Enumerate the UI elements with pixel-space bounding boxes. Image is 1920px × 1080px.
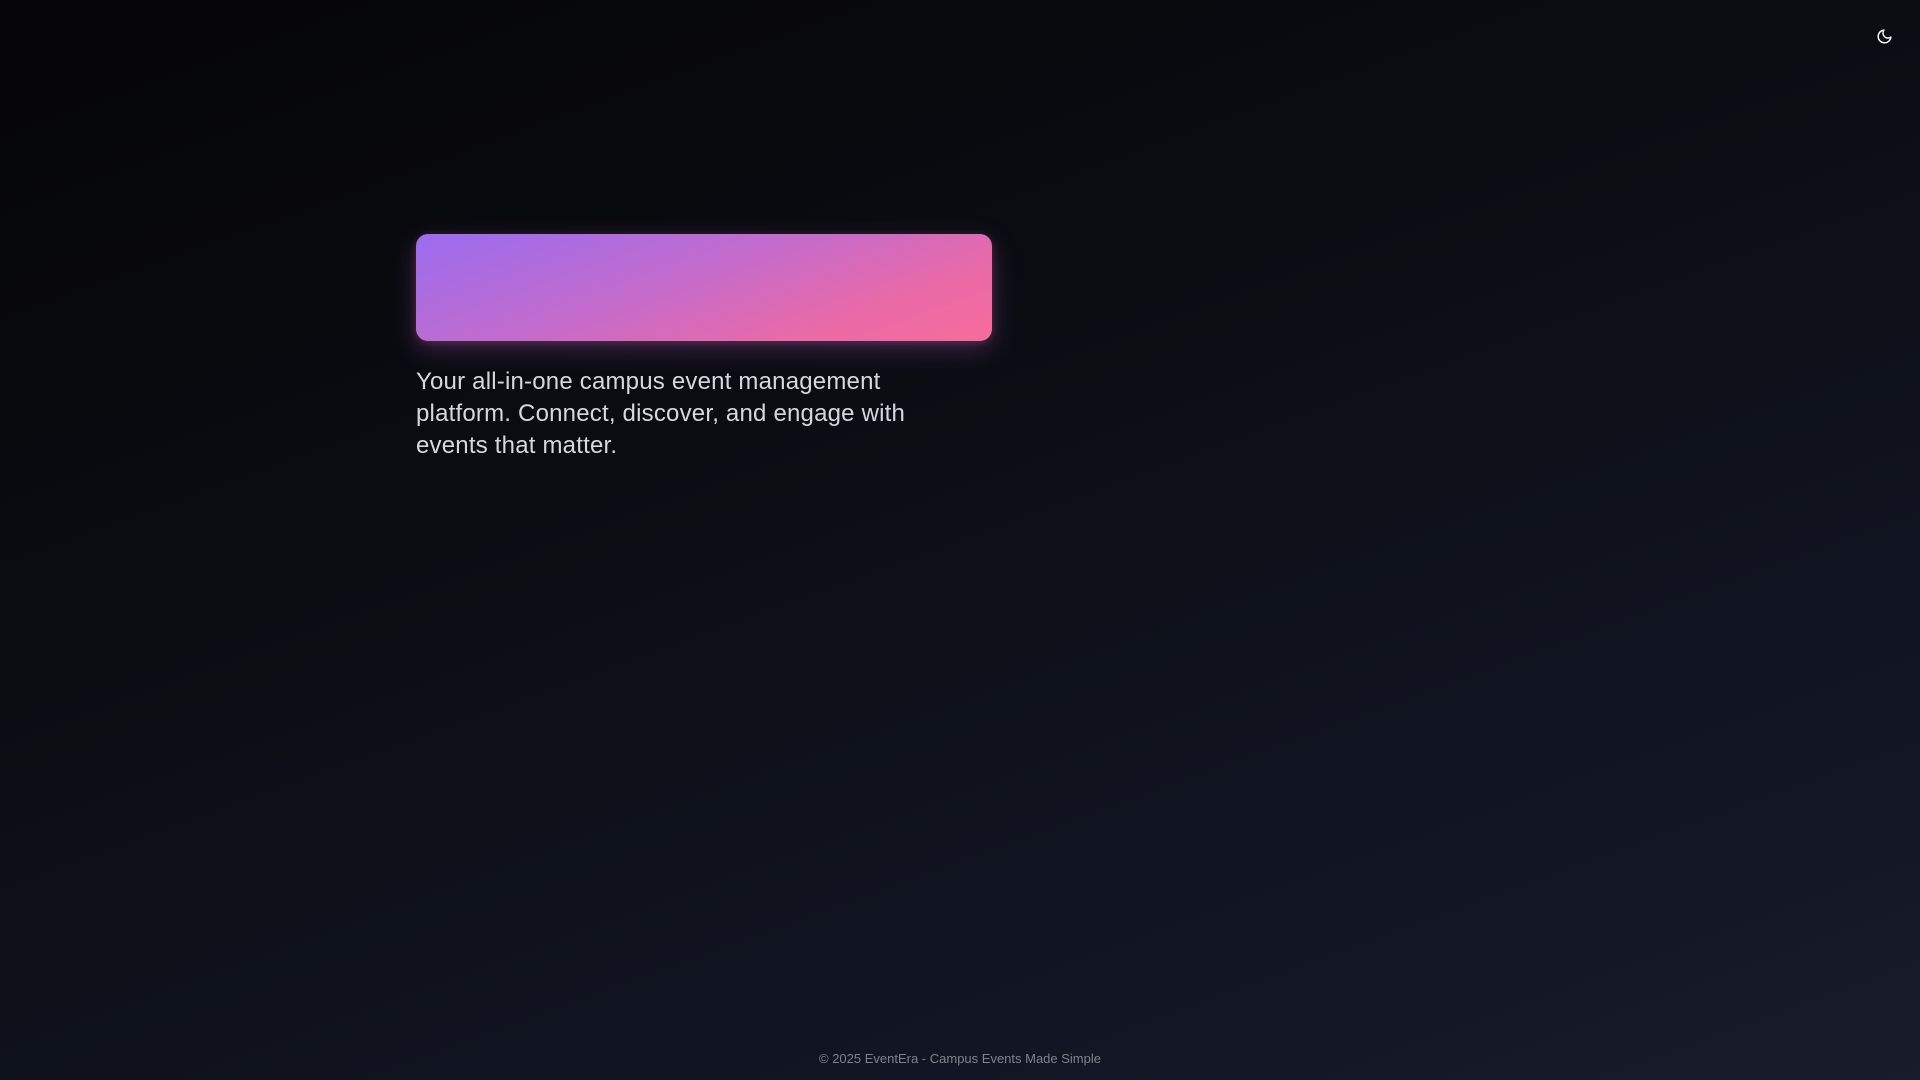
hero-banner [416, 234, 992, 341]
moon-icon [1876, 28, 1893, 45]
hero-tagline: Your all-in-one campus event management … [416, 368, 906, 459]
theme-toggle-button[interactable] [1870, 22, 1898, 50]
footer: © 2025 EventEra - Campus Events Made Sim… [0, 1050, 1920, 1068]
hero-section: Your all-in-one campus event management … [416, 234, 992, 462]
footer-copyright: © 2025 EventEra - Campus Events Made Sim… [819, 1051, 1101, 1066]
